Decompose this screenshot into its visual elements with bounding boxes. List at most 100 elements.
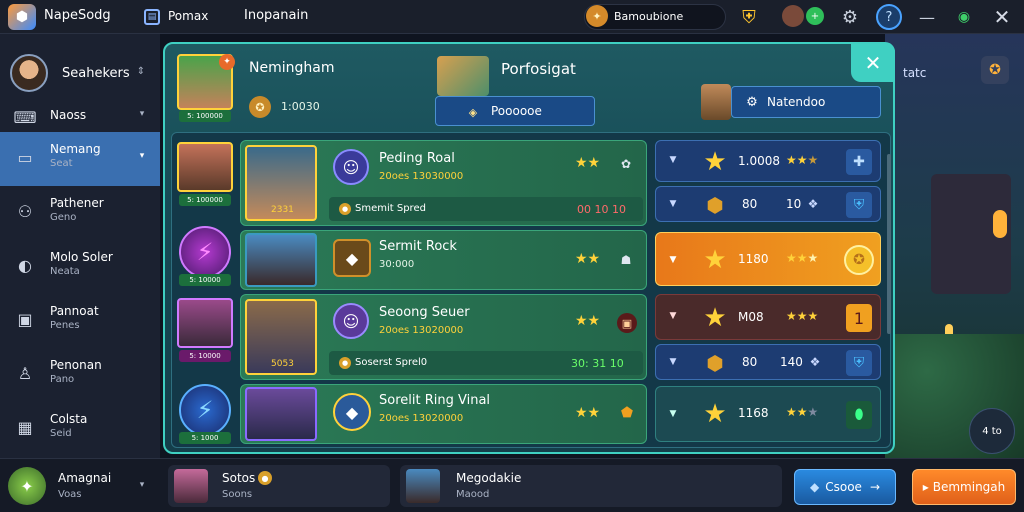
add-friend-icon[interactable]: + bbox=[806, 7, 824, 25]
shield-icon[interactable]: ⛨ bbox=[738, 5, 760, 29]
app-logo-icon: ⬢ bbox=[8, 4, 36, 30]
monitor-icon: ▭ bbox=[17, 147, 33, 167]
row-stats: 20oes 13030000 bbox=[379, 171, 464, 182]
game-logo-icon[interactable]: ✦ bbox=[8, 467, 46, 505]
list-item[interactable]: 2331 ☺ Peding Roal 20oes 13030000 ★★ ✿ ●… bbox=[240, 140, 647, 226]
row-badge: 5: 1000 bbox=[179, 432, 231, 444]
scene-badge-icon[interactable]: ✪ bbox=[981, 56, 1009, 84]
rank-number-button[interactable]: 1 bbox=[846, 304, 872, 332]
player-badge-icon: ✦ bbox=[219, 54, 235, 70]
sidebar-item-label: Nemang bbox=[50, 142, 101, 156]
coin-button[interactable]: ✪ bbox=[844, 245, 874, 275]
leaderboard-modal: ✦ 5: 100000 Nemingham ✪ 1:0030 Porfosiga… bbox=[163, 42, 895, 454]
hero-level: 5053 bbox=[271, 359, 294, 369]
sidebar-item-label: Molo Soler bbox=[50, 250, 113, 264]
keyboard-icon: ⌨ bbox=[13, 107, 37, 127]
sidebar-item-sublabel: Seid bbox=[50, 428, 72, 439]
head-icon: ◐ bbox=[18, 255, 32, 275]
plus-button[interactable]: ✚ bbox=[846, 149, 872, 175]
profile-name[interactable]: Seahekers bbox=[62, 66, 130, 81]
emerald-button[interactable]: ⬮ bbox=[846, 401, 872, 429]
friend-name: Megodakie bbox=[456, 471, 522, 485]
coin-icon: ● bbox=[258, 471, 272, 485]
tab-pomax[interactable]: Pomax bbox=[168, 9, 208, 23]
sidebar-item-pathener[interactable]: ⚇ Pathener Geno bbox=[0, 186, 160, 240]
right-header-button-label: Natendoo bbox=[767, 95, 826, 109]
tab-inopanain[interactable]: Inopanain bbox=[244, 8, 308, 23]
gold-row[interactable]: ▼ ⬢ 80 140 ❖ ⛨ bbox=[655, 344, 881, 380]
close-icon[interactable]: ✕ bbox=[990, 5, 1014, 29]
close-modal-button[interactable]: ✕ bbox=[851, 44, 895, 82]
person-icon: ⚇ bbox=[17, 201, 33, 221]
chevron-down-icon: ▾ bbox=[139, 151, 145, 161]
friend-sub: Maood bbox=[456, 489, 490, 500]
choose-button[interactable]: ◆ Csooe → bbox=[794, 469, 896, 505]
player-name: Nemingham bbox=[249, 60, 335, 76]
chevron-down-icon: ▼ bbox=[669, 409, 677, 419]
row-badge: 5: 10000 bbox=[179, 274, 231, 286]
rank-stars: ★★★ bbox=[786, 153, 819, 167]
sidebar-item-sublabel: Geno bbox=[50, 212, 77, 223]
scrollbar[interactable] bbox=[887, 154, 891, 334]
list-item[interactable]: 5053 ☺ Seoong Seuer 20oes 13020000 ★★ ▣ … bbox=[240, 294, 647, 380]
chevron-down-icon[interactable]: ▾ bbox=[136, 479, 148, 491]
help-icon[interactable]: ? bbox=[876, 4, 902, 30]
scene-circle-button[interactable]: 4 to bbox=[969, 408, 1015, 454]
rank-value: 1.0008 bbox=[738, 154, 780, 168]
sidebar-item-penonan[interactable]: ♙ Penonan Pano bbox=[0, 348, 160, 402]
rank-row[interactable]: ▼ ★ M08 ★★★ 1 bbox=[655, 294, 881, 340]
sidebar-item-naoss[interactable]: ⌨ Naoss ▾ bbox=[0, 102, 160, 130]
begin-button[interactable]: ▸ Bemmingah bbox=[912, 469, 1016, 505]
grid-icon: ▦ bbox=[17, 417, 33, 437]
sidebar-item-sublabel: Pano bbox=[50, 374, 75, 385]
gem-icon: ❖ bbox=[807, 197, 819, 211]
row-avatar bbox=[177, 142, 233, 192]
sidebar-item-pannoat[interactable]: ▣ Pannoat Penes bbox=[0, 294, 160, 348]
hero-portrait bbox=[245, 387, 317, 441]
sidebar-item-sublabel: Neata bbox=[50, 266, 80, 277]
gold-value-2: 140 bbox=[780, 355, 803, 369]
settings-icon[interactable]: ⚙ bbox=[838, 5, 862, 29]
coin-small-icon: ● bbox=[339, 357, 351, 369]
play-icon: ▸ bbox=[922, 480, 929, 494]
sidebar-item-label: Pathener bbox=[50, 196, 104, 210]
gold-value: 80 bbox=[742, 355, 758, 369]
currency-label: Bamoubione bbox=[614, 10, 684, 23]
shield-button[interactable]: ⛨ bbox=[846, 192, 872, 218]
search-input[interactable]: Poooooe bbox=[491, 104, 542, 118]
ring-icon: ✿ bbox=[620, 157, 632, 171]
chevron-down-icon: ▼ bbox=[669, 357, 677, 367]
friend-avatar bbox=[406, 469, 440, 503]
rank-row[interactable]: ▼ ★ 1168 ★★★ ⬮ bbox=[655, 386, 881, 442]
row-rating: ★★ bbox=[575, 405, 601, 421]
gold-row[interactable]: ▼ ⬢ 80 10 ❖ ⛨ bbox=[655, 186, 881, 222]
chest-icon: ▣ bbox=[617, 313, 637, 333]
row-name: Seoong Seuer bbox=[379, 305, 470, 320]
sidebar-item-label: Colsta bbox=[50, 412, 88, 426]
sidebar-item-molo-soler[interactable]: ◐ Molo Soler Neata bbox=[0, 240, 160, 294]
list-item[interactable]: ◆ Sermit Rock 30:000 ★★ ☗ bbox=[240, 230, 647, 290]
user-avatar[interactable] bbox=[782, 5, 804, 27]
profile-avatar[interactable] bbox=[10, 54, 48, 92]
rank-row-highlight[interactable]: ▼ ★ 1180 ★★★ ✪ bbox=[655, 232, 881, 286]
coin-small-icon: ● bbox=[339, 203, 351, 215]
chevron-down-icon[interactable]: ⇕ bbox=[134, 64, 148, 78]
row-name: Sermit Rock bbox=[379, 239, 457, 254]
row-nums: 30: 31 10 bbox=[571, 357, 624, 370]
hero-level: 2331 bbox=[271, 205, 294, 215]
sidebar-item-colsta[interactable]: ▦ Colsta Seid bbox=[0, 402, 160, 456]
row-sub: Smemit Spred bbox=[355, 203, 426, 214]
controller-icon[interactable]: ◉ bbox=[952, 5, 976, 29]
star-icon: ★ bbox=[703, 303, 727, 333]
rank-row[interactable]: ▼ ★ 1.0008 ★★★ ✚ bbox=[655, 140, 881, 182]
chevron-down-icon: ▾ bbox=[139, 109, 145, 119]
list-item[interactable]: ◆ Sorelit Ring Vinal 20oes 13020000 ★★ ⬟ bbox=[240, 384, 647, 444]
row-rating: ★★ bbox=[575, 251, 601, 267]
minimize-icon[interactable]: — bbox=[916, 6, 938, 28]
app-title: NapeSodg bbox=[44, 8, 111, 23]
shield-button[interactable]: ⛨ bbox=[846, 350, 872, 376]
row-sub: Soserst Sprel0 bbox=[355, 357, 428, 368]
filter-icon: ◈ bbox=[468, 105, 478, 119]
rank-value: 1180 bbox=[738, 252, 769, 266]
sidebar-item-nemang[interactable]: ▭ Nemang Seat ▾ bbox=[0, 132, 160, 186]
